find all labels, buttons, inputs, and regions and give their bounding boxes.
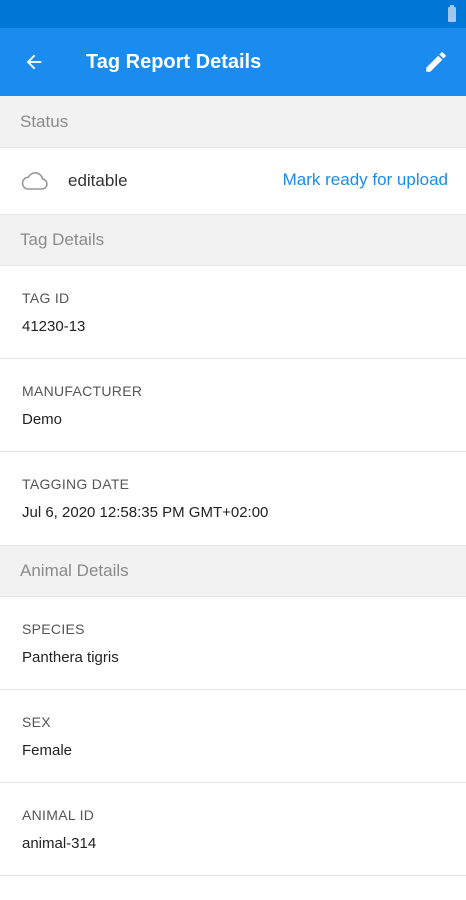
pencil-icon bbox=[426, 52, 446, 72]
battery-icon bbox=[448, 5, 456, 22]
field-value: Jul 6, 2020 12:58:35 PM GMT+02:00 bbox=[22, 504, 269, 521]
status-value: editable bbox=[68, 171, 128, 190]
mark-ready-for-upload-button[interactable]: Mark ready for upload bbox=[283, 170, 448, 190]
cloud-icon bbox=[20, 171, 50, 191]
app-bar: Tag Report Details bbox=[0, 28, 466, 96]
field-label: MANUFACTURER bbox=[22, 383, 143, 399]
arrow-left-icon bbox=[26, 54, 42, 70]
status-row: editable Mark ready for upload bbox=[0, 148, 466, 214]
field-label: TAG ID bbox=[22, 290, 70, 306]
field-species: SPECIES Panthera tigris bbox=[0, 597, 466, 690]
field-manufacturer: MANUFACTURER Demo bbox=[0, 359, 466, 452]
section-header-animal-details: Animal Details bbox=[0, 545, 466, 597]
edit-button[interactable] bbox=[420, 46, 452, 78]
field-label: ANIMAL ID bbox=[22, 807, 95, 823]
system-status-bar bbox=[0, 0, 466, 28]
field-animal-id: ANIMAL ID animal-314 bbox=[0, 783, 466, 876]
section-header-tag-details: Tag Details bbox=[0, 214, 466, 266]
field-value: Demo bbox=[22, 411, 63, 428]
field-sex: SEX Female bbox=[0, 690, 466, 783]
field-label: TAGGING DATE bbox=[22, 476, 130, 492]
field-label: SPECIES bbox=[22, 621, 85, 637]
field-value: Panthera tigris bbox=[22, 649, 119, 666]
section-header-status: Status bbox=[0, 96, 466, 148]
field-value: animal-314 bbox=[22, 835, 97, 852]
field-value: 41230-13 bbox=[22, 318, 86, 335]
back-button[interactable] bbox=[20, 48, 48, 76]
field-value: Female bbox=[22, 742, 73, 759]
field-tag-id: TAG ID 41230-13 bbox=[0, 266, 466, 359]
page-title: Tag Report Details bbox=[86, 50, 262, 73]
field-tagging-date: TAGGING DATE Jul 6, 2020 12:58:35 PM GMT… bbox=[0, 452, 466, 545]
field-label: SEX bbox=[22, 714, 51, 730]
